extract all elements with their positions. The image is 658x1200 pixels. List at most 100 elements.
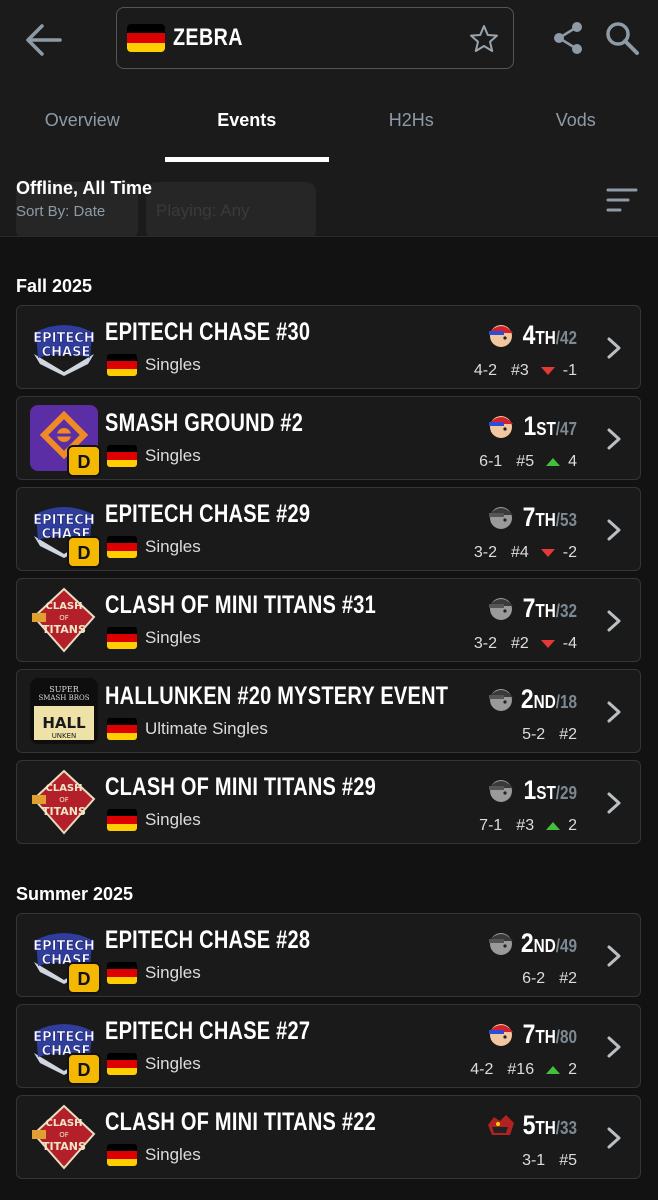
germany-flag-icon <box>107 354 137 376</box>
entrant-count: /49 <box>555 936 577 956</box>
chevron-right-icon <box>607 519 621 541</box>
svg-text:CLASH: CLASH <box>45 1118 82 1129</box>
placement-suffix: TH <box>535 1027 556 1047</box>
event-stats: 3-2 #4 -2 <box>466 544 577 562</box>
filter-title: Offline, All Time <box>16 178 153 198</box>
ness-icon <box>486 319 516 349</box>
entrant-count: /42 <box>555 328 577 348</box>
placement: 4TH/42 <box>523 320 577 351</box>
entrant-count: /29 <box>555 783 577 803</box>
event-card[interactable]: D SMASH GROUND #2 Singles 1ST/47 6-1 #5 4 <box>16 396 641 480</box>
ness-grey-icon <box>486 592 516 622</box>
entrant-count: /32 <box>555 601 577 621</box>
event-type: Singles <box>145 446 201 465</box>
placement-suffix: TH <box>535 1118 556 1138</box>
placement: 7TH/53 <box>523 502 577 533</box>
seed: #5 <box>516 453 535 470</box>
germany-flag-icon <box>107 1053 137 1075</box>
svg-text:SMASH BROS: SMASH BROS <box>38 694 89 702</box>
placement-suffix: TH <box>535 601 556 621</box>
placement: 7TH/32 <box>523 593 577 624</box>
placement-number: 1 <box>523 775 537 805</box>
germany-flag-icon <box>107 1144 137 1166</box>
set-record: 3-2 <box>473 544 497 561</box>
ness-icon <box>486 410 516 440</box>
svg-text:TITANS: TITANS <box>42 1140 86 1153</box>
section-title: Summer 2025 <box>16 884 134 904</box>
svg-text:EPITECH: EPITECH <box>33 331 94 346</box>
event-card[interactable]: CLASH OF TITANS CLASH OF MINI TITANS #31 Sin… <box>16 578 641 662</box>
seed: #3 <box>516 817 535 834</box>
seed-delta: 2 <box>568 1061 577 1078</box>
share-icon[interactable] <box>550 20 586 56</box>
set-record: 6-1 <box>479 453 503 470</box>
event-stats: 3-2 #2 -4 <box>466 635 577 653</box>
set-record: 4-2 <box>470 1061 494 1078</box>
tab-overview[interactable]: Overview <box>0 95 165 145</box>
chevron-right-icon <box>607 1036 621 1058</box>
event-type: Ultimate Singles <box>145 719 268 738</box>
svg-text:CLASH: CLASH <box>45 783 82 794</box>
set-record: 3-1 <box>522 1152 546 1169</box>
event-card[interactable]: EPITECH CHASE D EPITECH CHASE #29 Singles 7TH… <box>16 487 641 571</box>
event-type: Singles <box>145 1054 201 1073</box>
placement-number: 7 <box>522 593 536 623</box>
event-card[interactable]: CLASH OF TITANS CLASH OF MINI TITANS #22 Sin… <box>16 1095 641 1179</box>
trend-down-icon <box>540 366 555 375</box>
placement-suffix: TH <box>535 510 556 530</box>
event-stats: 4-2 #16 2 <box>462 1061 577 1079</box>
epitech-chase-logo: EPITECH CHASE <box>30 314 98 380</box>
svg-text:HALL: HALL <box>42 714 86 732</box>
tab-h2hs[interactable]: H2Hs <box>329 95 494 145</box>
filter-bar[interactable]: Playing: Any Offline, All Time Sort By: … <box>0 162 658 237</box>
chevron-right-icon <box>607 945 621 967</box>
placement-number: 1 <box>523 411 537 441</box>
placement-number: 2 <box>520 928 534 958</box>
event-card[interactable]: EPITECH CHASE D EPITECH CHASE #28 Singles 2ND… <box>16 913 641 997</box>
event-card[interactable]: EPITECH CHASE D EPITECH CHASE #27 Singles 7TH… <box>16 1004 641 1088</box>
ghost-chip-label: Playing: Any <box>156 201 250 220</box>
trend-up-icon <box>546 821 561 830</box>
svg-text:TITANS: TITANS <box>42 805 86 818</box>
entrant-count: /53 <box>555 510 577 530</box>
entrant-count: /47 <box>555 419 577 439</box>
chevron-right-icon <box>607 701 621 723</box>
entrant-count: /18 <box>555 692 577 712</box>
event-type: Singles <box>145 628 201 647</box>
clash-of-titans-logo: CLASH OF TITANS <box>30 1104 98 1170</box>
svg-text:OF: OF <box>59 796 69 804</box>
set-record: 6-2 <box>522 970 546 987</box>
germany-flag-icon <box>107 627 137 649</box>
chevron-right-icon <box>607 1127 621 1149</box>
event-name: EPITECH CHASE #27 <box>105 1017 311 1045</box>
placement-suffix: ND <box>533 692 556 712</box>
sort-label: Sort By: Date <box>16 203 106 220</box>
back-arrow-icon[interactable] <box>22 20 66 60</box>
event-stats: 6-2 #2 <box>514 970 577 988</box>
search-icon[interactable] <box>604 20 640 56</box>
tab-events[interactable]: Events <box>165 95 330 145</box>
ness-grey-icon <box>486 683 516 713</box>
placement-number: 4 <box>522 320 536 350</box>
event-type: Singles <box>145 963 201 982</box>
event-stats: 5-2 #2 <box>514 726 577 744</box>
seed-delta: -1 <box>562 362 577 379</box>
svg-text:EPITECH: EPITECH <box>33 939 94 954</box>
tab-vods[interactable]: Vods <box>494 95 658 145</box>
ness-grey-icon <box>486 774 516 804</box>
star-icon[interactable] <box>469 24 499 54</box>
event-name: EPITECH CHASE #30 <box>105 318 311 346</box>
event-card[interactable]: SUPER SMASH BROS HALL UNKEN HALLUNKEN #20 MY… <box>16 669 641 753</box>
chevron-right-icon <box>607 792 621 814</box>
event-card[interactable]: EPITECH CHASE EPITECH CHASE #30 Singles 4TH/… <box>16 305 641 389</box>
sort-filter-icon[interactable] <box>606 186 638 214</box>
section-title: Fall 2025 <box>16 276 93 296</box>
event-stats: 3-1 #5 <box>514 1152 577 1170</box>
ghost-playing-chip: Playing: Any <box>146 182 316 236</box>
seed-delta: -4 <box>562 635 577 652</box>
germany-flag-icon <box>107 445 137 467</box>
germany-flag-icon <box>107 536 137 558</box>
event-type: Singles <box>145 810 201 829</box>
player-header-box[interactable]: ZEBRA <box>116 7 514 69</box>
event-card[interactable]: CLASH OF TITANS CLASH OF MINI TITANS #29 Sin… <box>16 760 641 844</box>
